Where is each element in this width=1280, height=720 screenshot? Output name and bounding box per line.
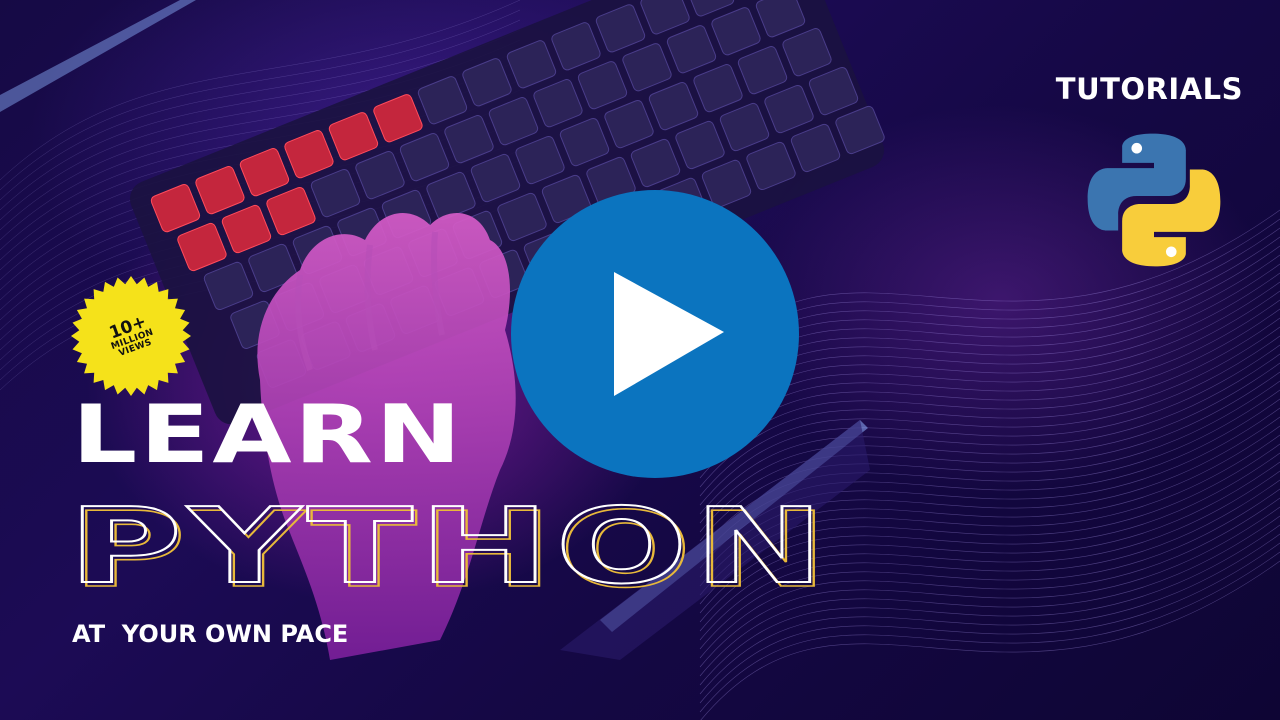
keyboard-key bbox=[363, 246, 414, 295]
keyboard-key bbox=[150, 184, 201, 233]
keyboard-key bbox=[666, 25, 717, 74]
wave-line bbox=[0, 79, 521, 261]
keyboard-key bbox=[622, 43, 672, 92]
keyboard-key bbox=[755, 0, 806, 38]
wave-line bbox=[0, 49, 521, 231]
wave-line bbox=[0, 9, 521, 191]
keyboard-key bbox=[345, 303, 396, 352]
keyboard-key bbox=[230, 300, 280, 349]
keyboard-key bbox=[239, 148, 290, 197]
keyboard-key bbox=[559, 117, 610, 167]
keyboard-key bbox=[533, 79, 583, 128]
keyboard-key bbox=[506, 40, 557, 89]
headline-python-outline-white: PYTHON bbox=[68, 486, 830, 596]
keyboard-key bbox=[604, 99, 654, 149]
keyboard-key bbox=[408, 228, 458, 278]
keyboard-key bbox=[221, 204, 272, 254]
keyboard-key bbox=[248, 243, 298, 293]
keyboard-key bbox=[808, 66, 859, 116]
keyboard-key bbox=[177, 222, 227, 272]
tutorials-label: TUTORIALS bbox=[1055, 72, 1243, 106]
keyboard-key bbox=[551, 22, 601, 71]
keyboard-key bbox=[373, 94, 423, 143]
keyboard-key bbox=[764, 84, 814, 134]
keyboard-key bbox=[399, 133, 450, 182]
keyboard-key bbox=[595, 4, 646, 53]
wave-line bbox=[0, 39, 521, 221]
keyboard-key bbox=[648, 82, 699, 131]
keyboard-key bbox=[711, 7, 761, 56]
keyboard-key bbox=[515, 135, 565, 185]
wave-line bbox=[0, 59, 521, 241]
keyboard-key bbox=[640, 0, 690, 35]
wave-line bbox=[0, 69, 521, 251]
keyboard-key bbox=[630, 138, 681, 188]
keyboard-key bbox=[577, 61, 628, 110]
keyboard-key bbox=[195, 166, 245, 215]
wave-line bbox=[0, 89, 521, 271]
keyboard-key bbox=[790, 123, 841, 173]
keyboard-key bbox=[284, 130, 334, 179]
keyboard-key bbox=[719, 102, 770, 152]
keyboard-key bbox=[444, 115, 494, 164]
keyboard-key bbox=[452, 210, 503, 260]
subtitle: AT YOUR OWN PACE bbox=[72, 620, 349, 648]
keyboard-key bbox=[782, 28, 832, 77]
keyboard-key bbox=[310, 168, 361, 218]
wave-line bbox=[0, 19, 521, 201]
keyboard-key bbox=[746, 141, 796, 191]
keyboard-key bbox=[355, 151, 405, 200]
wave-line bbox=[0, 109, 521, 291]
keyboard-key bbox=[203, 261, 254, 311]
keyboard-key bbox=[434, 267, 485, 316]
keyboard-key bbox=[337, 207, 387, 257]
keyboard-key bbox=[426, 171, 476, 221]
keyboard-key bbox=[266, 186, 316, 236]
python-logo-icon bbox=[1087, 133, 1221, 267]
keyboard-key bbox=[684, 0, 735, 17]
wave-line bbox=[0, 99, 521, 281]
keyboard-key bbox=[292, 225, 343, 275]
wave-line bbox=[0, 29, 521, 211]
keyboard-key bbox=[274, 282, 325, 331]
wave-line bbox=[0, 0, 521, 181]
keyboard-key bbox=[417, 76, 468, 125]
keyboard-key bbox=[693, 64, 743, 113]
keyboard-key bbox=[675, 120, 725, 170]
keyboard-key bbox=[301, 321, 351, 370]
keyboard-key bbox=[381, 189, 432, 239]
wave-line bbox=[0, 119, 521, 301]
headline-learn: LEARN bbox=[72, 388, 464, 481]
keyboard-key bbox=[462, 58, 512, 107]
headline-python: PYTHON PYTHON bbox=[68, 486, 831, 596]
keyboard-key bbox=[319, 264, 369, 313]
keyboard-key bbox=[835, 105, 885, 155]
play-icon bbox=[614, 272, 724, 396]
video-thumbnail[interactable]: TUTORIALS 10+ MILLION VIEWS LEARN PYTHON… bbox=[0, 0, 1280, 720]
keyboard-key bbox=[737, 46, 788, 95]
keyboard-key bbox=[390, 285, 440, 334]
keyboard-key bbox=[256, 339, 307, 388]
keyboard-key bbox=[488, 97, 539, 146]
keyboard-key bbox=[328, 112, 379, 161]
play-button[interactable] bbox=[511, 190, 799, 478]
